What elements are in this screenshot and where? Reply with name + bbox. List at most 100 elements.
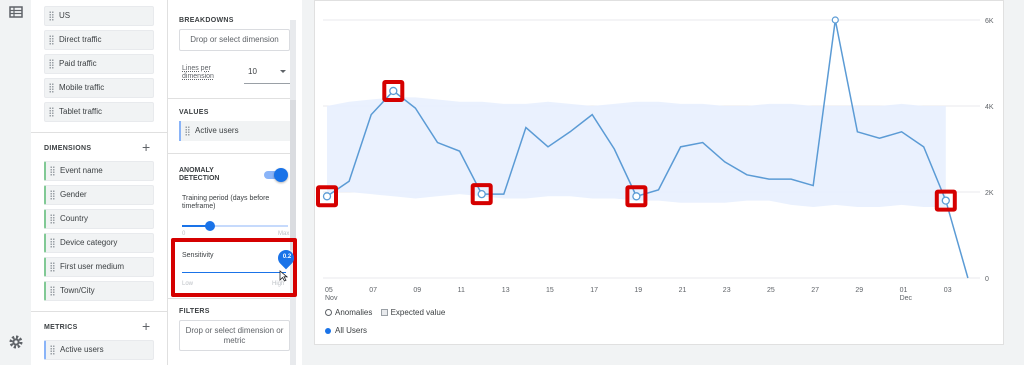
settings-scrollbar[interactable] [290,20,296,365]
legend-series: All Users [335,326,368,335]
x-tick-label: 05 [325,287,333,294]
x-tick-label: 01 [900,287,908,294]
x-tick-label: 09 [413,287,421,294]
drag-handle-icon[interactable] [49,35,54,45]
x-tick-label: 13 [502,287,510,294]
training-period-label: Training period (days before timeframe) [182,195,270,210]
dimension-chip[interactable]: Town/City [44,281,154,301]
metrics-title: METRICS [44,324,78,331]
table-icon[interactable] [8,4,24,20]
variables-panel: US Direct traffic Paid traffic Mobile tr… [31,0,168,365]
segment-chip[interactable]: US [44,6,154,26]
metric-chip[interactable]: Active users [44,340,154,360]
legend-anomalies: Anomalies [335,308,373,317]
x-month-label: Nov [325,295,338,302]
series-dot-icon [325,327,331,334]
x-tick-label: 11 [458,287,465,294]
dimension-chip[interactable]: Event name [44,161,154,181]
dimensions-title: DIMENSIONS [44,145,92,152]
values-title: VALUES [179,109,209,116]
legend-expected: Expected value [390,308,446,317]
drag-handle-icon[interactable] [49,11,54,21]
drag-handle-icon[interactable] [50,286,55,296]
y-tick-label: 6K [985,18,994,25]
line-chart[interactable]: 6K 4K 2K 0 05 07 09 11 13 15 17 19 21 23 25 27 29 01 03 Nov… [315,1,1005,346]
gear-icon[interactable] [8,334,24,350]
anomaly-detection-title: ANOMALY DETECTION [179,167,220,182]
segment-chip[interactable]: Mobile traffic [44,78,154,98]
divider [31,132,167,133]
add-dimension-icon[interactable]: + [142,140,150,154]
chart-card: 6K 4K 2K 0 05 07 09 11 13 15 17 19 21 23 25 27 29 01 03 Nov… [314,0,1004,345]
drag-handle-icon[interactable] [49,107,54,117]
toggle-knob [274,168,288,182]
drag-handle-icon[interactable] [49,59,54,69]
x-tick-label: 25 [767,287,775,294]
dimension-chip[interactable]: Country [44,209,154,229]
dimension-chip[interactable]: Gender [44,185,154,205]
add-metric-icon[interactable]: + [142,319,150,333]
sensitivity-highlight-box [171,238,297,297]
y-tick-label: 2K [985,190,994,197]
anomaly-marker [941,196,950,205]
drag-handle-icon[interactable] [49,83,54,93]
x-tick-label: 27 [811,287,819,294]
divider [31,311,167,312]
dimension-label: Gender [60,190,87,199]
x-month-label: Dec [900,295,913,302]
anomaly-marker [389,86,398,96]
lines-per-dimension-select[interactable]: 10 [244,60,290,84]
filters-title: FILTERS [179,308,210,315]
lines-value: 10 [248,67,257,76]
drag-handle-icon[interactable] [50,214,55,224]
segment-label: Mobile traffic [59,83,105,92]
peak-point [831,16,839,24]
value-label: Active users [195,126,239,135]
breakdowns-dropzone[interactable]: Drop or select dimension [179,29,290,51]
segment-label: Direct traffic [59,35,102,44]
divider [168,298,290,299]
y-tick-label: 4K [985,104,994,111]
tab-settings-panel: BREAKDOWNS Drop or select dimension Line… [168,0,302,365]
expected-legend-icon [380,309,388,317]
breakdowns-title: BREAKDOWNS [179,17,234,24]
filters-dropzone[interactable]: Drop or select dimension or metric [179,320,290,351]
x-tick-label: 17 [590,287,598,294]
x-tick-label: 23 [723,287,731,294]
left-rail [0,0,31,365]
lines-per-dimension-label: Lines per dimension [182,65,214,80]
dimension-chip[interactable]: Device category [44,233,154,253]
dimension-chip[interactable]: First user medium [44,257,154,277]
drag-handle-icon[interactable] [185,126,190,136]
training-min-label: 0 [182,231,186,237]
segment-chip[interactable]: Tablet traffic [44,102,154,122]
scrollbar-thumb[interactable] [290,100,296,250]
training-max-label: Max [278,231,290,237]
x-tick-label: 21 [679,287,687,294]
divider [168,98,290,99]
dimension-label: First user medium [60,262,125,271]
drag-handle-icon[interactable] [50,190,55,200]
drag-handle-icon[interactable] [50,345,55,355]
divider [168,153,290,154]
anomaly-marker [632,192,641,201]
dimension-label: Event name [60,166,103,175]
metric-label: Active users [60,345,104,354]
drag-handle-icon[interactable] [50,262,55,272]
value-chip[interactable]: Active users [179,121,290,141]
chevron-down-icon [280,70,286,73]
segment-chip[interactable]: Direct traffic [44,30,154,50]
y-tick-label: 0 [985,276,989,283]
series-legend[interactable]: All Users [325,326,367,335]
anomaly-marker [322,192,332,201]
sensitivity-value: 0.2 [282,254,292,260]
anomaly-detection-toggle[interactable] [264,168,288,182]
training-slider-handle[interactable] [205,221,215,231]
segment-label: US [59,11,71,20]
drag-handle-icon[interactable] [50,166,55,176]
legend: Anomalies Expected value [325,308,445,317]
drag-handle-icon[interactable] [50,238,55,248]
training-slider-track[interactable] [210,225,288,227]
segment-chip[interactable]: Paid traffic [44,54,154,74]
dimension-label: Town/City [60,286,95,295]
